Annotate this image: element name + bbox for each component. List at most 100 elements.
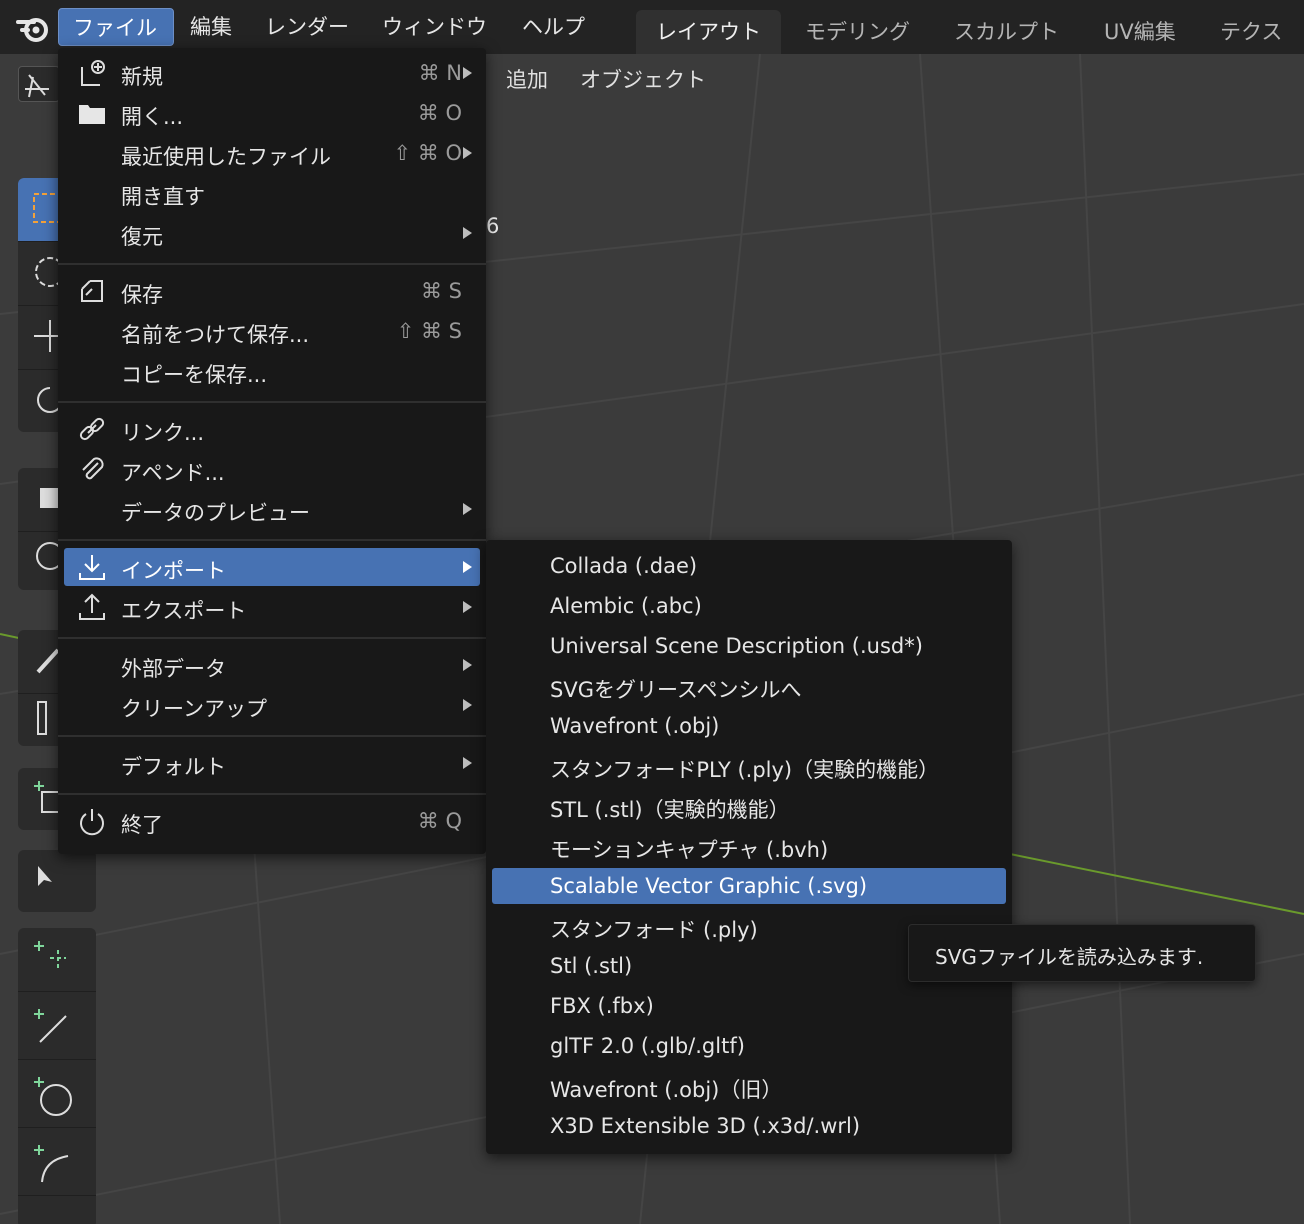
submenu-arrow-icon (463, 659, 472, 671)
import-item-label: Scalable Vector Graphic (.svg) (550, 874, 868, 898)
file-menu-quit-label: 終了 (121, 813, 163, 837)
add-arc-icon (34, 1145, 69, 1183)
shortcut-label: ⌘ S (420, 279, 462, 303)
file-menu-data-previews[interactable]: データのプレビュー (64, 490, 480, 528)
shortcut-label: ⇧ ⌘ O (393, 141, 462, 165)
file-menu-data-previews-label: データのプレビュー (121, 501, 310, 525)
grid-icon (25, 74, 49, 98)
file-menu-import-label: インポート (121, 559, 226, 583)
file-menu-export[interactable]: エクスポート (64, 588, 480, 626)
file-menu-open[interactable]: 開く... ⌘ O (64, 94, 480, 132)
tab-uv-editing[interactable]: UV編集 (1084, 10, 1196, 54)
file-menu-save-as-label: 名前をつけて保存... (121, 323, 310, 347)
viewport-menu-add[interactable]: 追加 (506, 64, 548, 94)
tab-sculpt[interactable]: スカルプト (934, 10, 1079, 54)
axis-y-line-right (1009, 853, 1304, 915)
link-icon (79, 417, 105, 441)
file-menu-save-copy[interactable]: コピーを保存... (64, 352, 480, 390)
file-menu-save[interactable]: 保存 ⌘ S (64, 272, 480, 310)
file-menu-save-label: 保存 (121, 283, 163, 307)
editor-type-button[interactable] (18, 66, 60, 102)
add-line-icon (34, 1009, 67, 1043)
file-menu-link[interactable]: リンク... (64, 410, 480, 448)
submenu-arrow-icon (463, 699, 472, 711)
submenu-arrow-icon (463, 601, 472, 613)
file-menu-defaults-label: デフォルト (121, 755, 226, 779)
menu-edit[interactable]: 編集 (176, 8, 246, 46)
import-collada[interactable]: Collada (.dae) (492, 548, 1006, 584)
import-scalable-vector-graphic[interactable]: Scalable Vector Graphic (.svg) (492, 868, 1006, 904)
tool-cursor-move[interactable] (18, 850, 96, 912)
file-menu-new-label: 新規 (121, 65, 163, 89)
tool-group-misc (18, 850, 96, 912)
menu-separator (58, 539, 486, 541)
tab-modeling[interactable]: モデリング (785, 10, 930, 54)
file-menu-clean-up-label: クリーンアップ (121, 697, 267, 721)
file-menu-append[interactable]: アペンド... (64, 450, 480, 488)
tool-add-circle[interactable] (18, 1064, 96, 1128)
import-alembic[interactable]: Alembic (.abc) (492, 588, 1006, 624)
file-menu-export-label: エクスポート (121, 599, 247, 623)
tooltip: SVGファイルを読み込みます. (908, 924, 1256, 982)
tool-add-arc[interactable] (18, 1132, 96, 1196)
file-menu-quit[interactable]: 終了 ⌘ Q (64, 802, 480, 840)
import-item-label: glTF 2.0 (.glb/.gltf) (550, 1034, 745, 1058)
menu-separator (58, 637, 486, 639)
file-menu-revert[interactable]: 開き直す (64, 174, 480, 212)
cursor-move-icon (38, 866, 52, 886)
import-item-label: SVGをグリースペンシルへ (550, 678, 802, 702)
file-menu-new[interactable]: 新規 ⌘ N (64, 54, 480, 92)
file-menu: 新規 ⌘ N 開く... ⌘ O 最近使用したファイル ⇧ ⌘ O 開き直す 復… (58, 48, 486, 854)
import-gltf[interactable]: glTF 2.0 (.glb/.gltf) (492, 1028, 1006, 1064)
import-submenu: Collada (.dae) Alembic (.abc) Universal … (486, 540, 1012, 1154)
tab-texture-paint[interactable]: テクスチ (1200, 10, 1304, 88)
submenu-arrow-icon (463, 503, 472, 515)
import-svg-grease-pencil[interactable]: SVGをグリースペンシルへ (492, 668, 1006, 704)
shortcut-label: ⌘ Q (417, 809, 462, 833)
tool-add-line[interactable] (18, 996, 96, 1060)
folder-icon (79, 105, 105, 124)
blender-logo-icon[interactable] (14, 10, 54, 46)
file-menu-defaults[interactable]: デフォルト (64, 744, 480, 782)
menu-render[interactable]: レンダー (251, 8, 363, 46)
menu-help[interactable]: ヘルプ (508, 8, 599, 46)
tool-add-point[interactable] (18, 928, 96, 992)
file-menu-import[interactable]: インポート (64, 548, 480, 586)
file-menu-revert-label: 開き直す (121, 185, 205, 209)
import-motion-capture-bvh[interactable]: モーションキャプチャ (.bvh) (492, 828, 1006, 864)
import-usd[interactable]: Universal Scene Description (.usd*) (492, 628, 1006, 664)
import-item-label: Wavefront (.obj)（旧） (550, 1078, 783, 1102)
new-file-icon (81, 60, 105, 86)
export-icon (79, 593, 105, 620)
import-stl-experimental[interactable]: STL (.stl)（実験的機能） (492, 788, 1006, 824)
submenu-arrow-icon (463, 67, 472, 79)
import-item-label: スタンフォードPLY (.ply)（実験的機能） (550, 758, 940, 782)
menu-file[interactable]: ファイル (58, 8, 174, 46)
file-menu-clean-up[interactable]: クリーンアップ (64, 686, 480, 724)
import-item-label: Wavefront (.obj) (550, 714, 720, 738)
menu-separator (58, 735, 486, 737)
file-menu-link-label: リンク... (121, 421, 205, 445)
import-stanford-ply-experimental[interactable]: スタンフォードPLY (.ply)（実験的機能） (492, 748, 1006, 784)
shortcut-label: ⌘ N (418, 61, 462, 85)
import-fbx[interactable]: FBX (.fbx) (492, 988, 1006, 1024)
file-menu-external-data[interactable]: 外部データ (64, 646, 480, 684)
shortcut-label: ⇧ ⌘ S (396, 319, 462, 343)
tab-layout[interactable]: レイアウト (636, 10, 781, 54)
file-menu-recover[interactable]: 復元 (64, 214, 480, 252)
viewport-menu-object[interactable]: オブジェクト (580, 64, 706, 94)
file-menu-append-label: アペンド... (121, 461, 225, 485)
menu-window[interactable]: ウィンドウ (368, 8, 501, 46)
import-wavefront-obj-legacy[interactable]: Wavefront (.obj)（旧） (492, 1068, 1006, 1104)
top-bar: ファイル 編集 レンダー ウィンドウ ヘルプ レイアウト モデリング スカルプト… (0, 0, 1304, 88)
import-x3d[interactable]: X3D Extensible 3D (.x3d/.wrl) (492, 1108, 1006, 1144)
submenu-arrow-icon (463, 147, 472, 159)
file-menu-save-as[interactable]: 名前をつけて保存... ⇧ ⌘ S (64, 312, 480, 350)
file-menu-open-label: 開く... (121, 105, 184, 129)
menu-separator (58, 793, 486, 795)
frame-number: 6 (486, 214, 500, 238)
import-item-label: Collada (.dae) (550, 554, 698, 578)
save-icon (81, 280, 103, 302)
import-wavefront-obj[interactable]: Wavefront (.obj) (492, 708, 1006, 744)
file-menu-recent[interactable]: 最近使用したファイル ⇧ ⌘ O (64, 134, 480, 172)
